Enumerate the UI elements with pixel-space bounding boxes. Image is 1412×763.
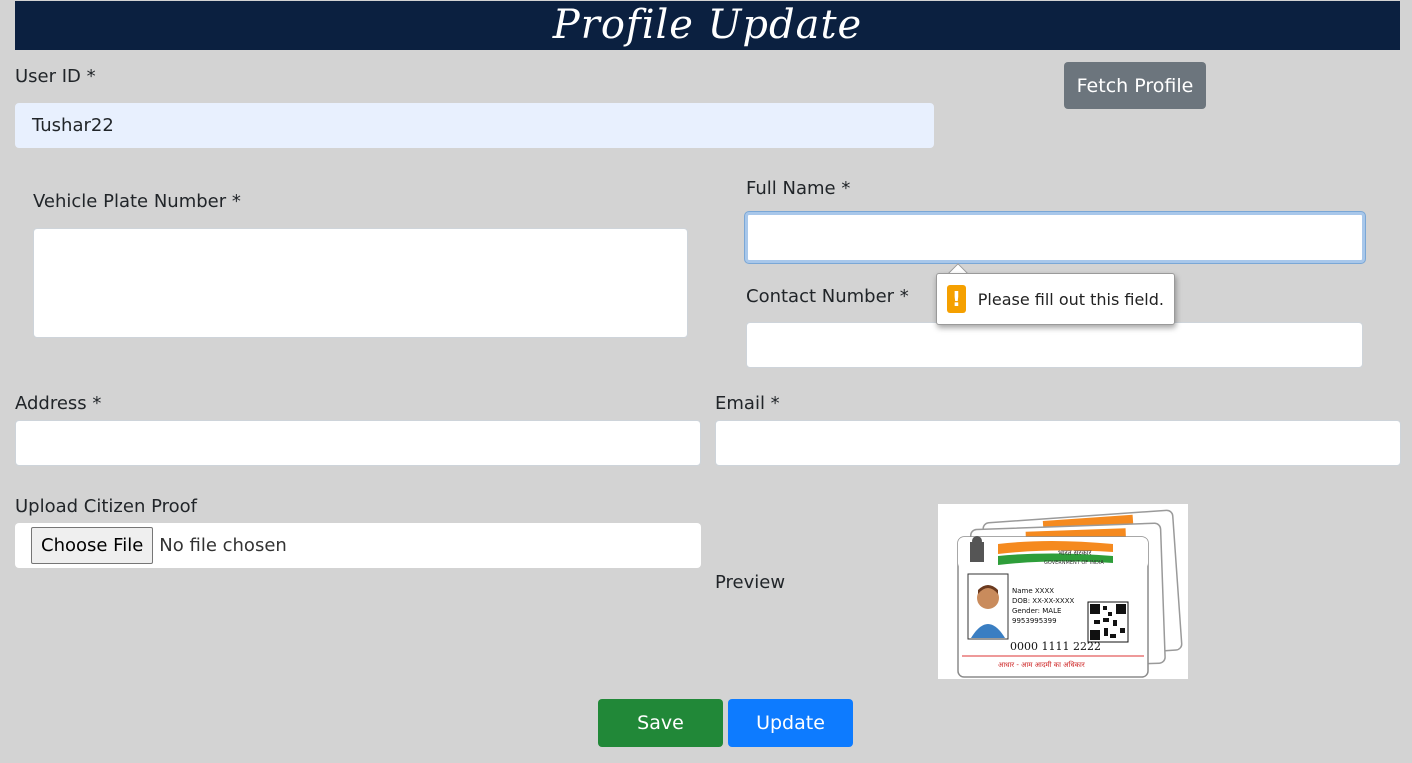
full-name-input[interactable] xyxy=(745,212,1365,263)
user-id-input[interactable]: Tushar22 xyxy=(15,103,934,148)
warning-icon: ! xyxy=(947,285,966,313)
card-name: Name XXXX xyxy=(1012,587,1054,595)
id-card-illustration: भारत सरकार GOVERNMENT OF INDIA Name XXXX… xyxy=(957,509,1183,678)
card-number: 0000 1111 2222 xyxy=(1010,640,1101,653)
email-input[interactable] xyxy=(715,420,1401,466)
address-label: Address * xyxy=(15,393,102,414)
card-header-english: GOVERNMENT OF INDIA xyxy=(1044,560,1104,566)
card-gender: Gender: MALE xyxy=(1012,607,1061,615)
vehicle-plate-label: Vehicle Plate Number * xyxy=(33,191,241,212)
page-title: Profile Update xyxy=(552,2,863,48)
card-dob: DOB: XX-XX-XXXX xyxy=(1012,597,1075,605)
user-id-value: Tushar22 xyxy=(32,115,114,136)
page-header: Profile Update xyxy=(15,1,1400,50)
validation-tooltip: ! Please fill out this field. xyxy=(936,273,1175,325)
card-footer: आधार - आम आदमी का अधिकार xyxy=(998,660,1085,669)
contact-number-input[interactable] xyxy=(746,322,1363,368)
choose-file-button[interactable]: Choose File xyxy=(31,527,154,564)
fetch-profile-button[interactable]: Fetch Profile xyxy=(1064,62,1206,109)
email-label: Email * xyxy=(715,393,780,414)
save-button[interactable]: Save xyxy=(598,699,723,747)
validation-message: Please fill out this field. xyxy=(977,289,1164,309)
preview-label: Preview xyxy=(715,572,786,593)
file-status: No file chosen xyxy=(159,535,287,556)
user-id-label: User ID * xyxy=(15,66,96,87)
citizen-proof-file-input[interactable]: Choose File No file chosen xyxy=(15,523,701,568)
citizen-proof-preview-image: भारत सरकार GOVERNMENT OF INDIA Name XXXX… xyxy=(938,504,1188,679)
update-button[interactable]: Update xyxy=(728,699,853,747)
card-header-hindi: भारत सरकार xyxy=(1058,549,1092,557)
address-input[interactable] xyxy=(15,420,701,466)
full-name-label: Full Name * xyxy=(746,178,851,199)
vehicle-plate-textarea[interactable] xyxy=(33,228,688,338)
card-phone: 9953995399 xyxy=(1012,617,1057,625)
citizen-proof-label: Upload Citizen Proof xyxy=(15,496,197,517)
contact-number-label: Contact Number * xyxy=(746,286,909,307)
